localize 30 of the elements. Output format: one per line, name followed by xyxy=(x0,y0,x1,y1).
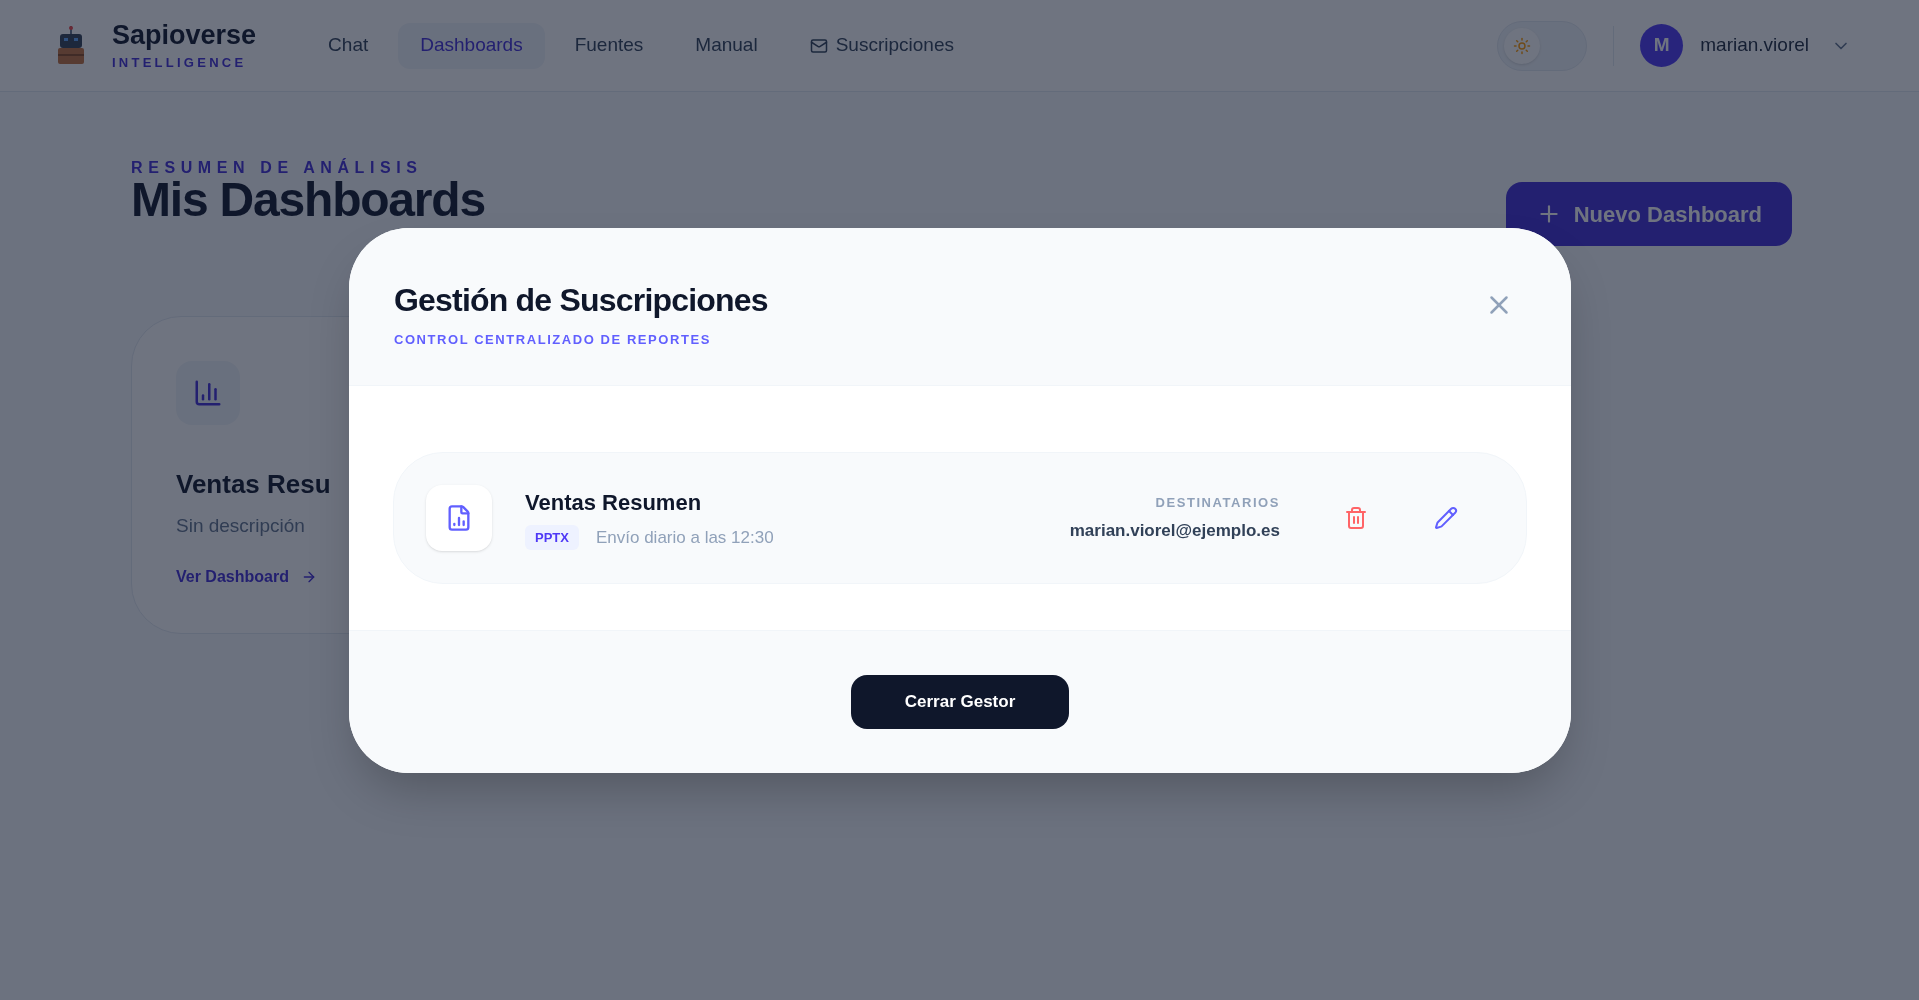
page-title: Mis Dashboards xyxy=(131,180,485,220)
close-manager-button[interactable]: Cerrar Gestor xyxy=(851,675,1069,729)
avatar[interactable]: M xyxy=(1640,24,1684,67)
schedule-text: Envío diario a las 12:30 xyxy=(595,526,774,549)
card-title: Ventas Resu xyxy=(176,468,331,501)
delete-button[interactable] xyxy=(1344,506,1368,530)
nav-tab[interactable]: Fuentes xyxy=(552,22,666,69)
dialog-subtitle: CONTROL CENTRALIZADO DE REPORTES xyxy=(394,331,712,349)
nav-tab[interactable]: Manual xyxy=(673,22,780,69)
dialog-title: Gestión de Suscripciones xyxy=(394,281,768,320)
mail-icon xyxy=(809,36,828,55)
nav-tab[interactable]: Suscripciones xyxy=(787,22,976,69)
format-badge: PPTX xyxy=(525,524,579,551)
user-name[interactable]: marian.viorel xyxy=(1700,31,1809,60)
edit-button[interactable] xyxy=(1434,506,1458,530)
subscription-name: Ventas Resumen xyxy=(525,488,703,517)
recipients-email: marian.viorel@ejemplo.es xyxy=(1069,520,1280,542)
brand-tagline: INTELLIGENCE xyxy=(112,53,248,72)
robot-logo-icon xyxy=(56,25,86,66)
nav-tab[interactable]: Chat xyxy=(306,22,391,69)
view-dashboard-link[interactable]: Ver Dashboard xyxy=(176,564,317,589)
section-eyebrow: RESUMEN DE ANÁLISIS xyxy=(131,160,424,176)
bar-chart-icon xyxy=(193,378,223,408)
recipients-label: DESTINATARIOS xyxy=(1155,493,1280,512)
card-description: Sin descripción xyxy=(176,514,305,538)
sun-icon xyxy=(1513,36,1532,55)
theme-toggle[interactable] xyxy=(1497,20,1588,71)
nav-tab[interactable]: Dashboards xyxy=(398,22,545,69)
new-dashboard-button[interactable]: Nuevo Dashboard xyxy=(1505,182,1792,246)
brand-name: Sapioverse xyxy=(112,18,257,52)
